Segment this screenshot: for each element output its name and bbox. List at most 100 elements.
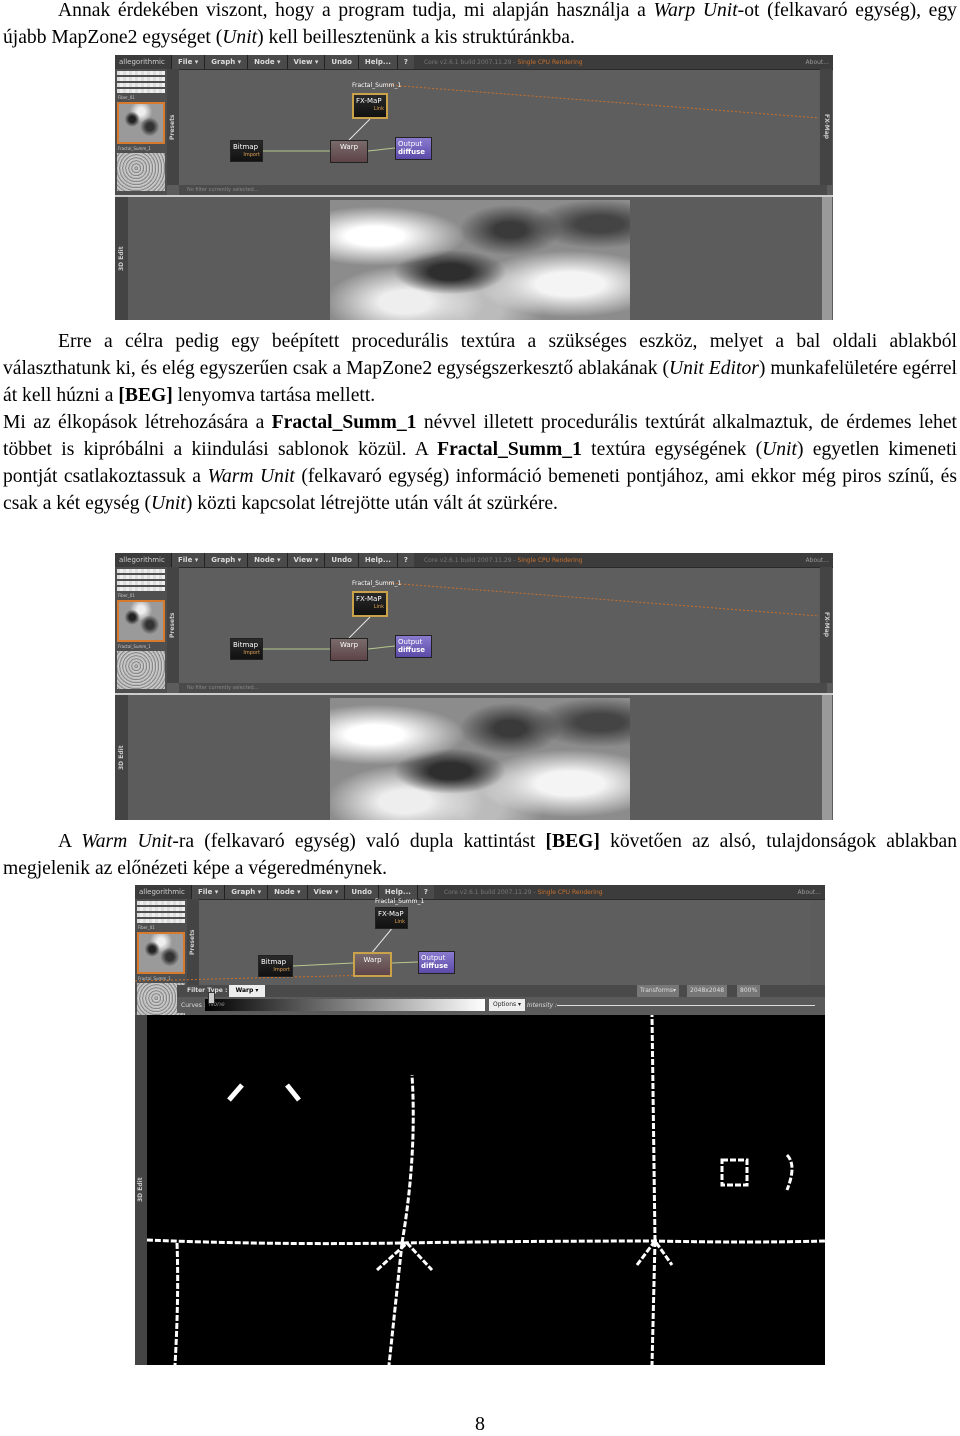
edge-vertical-right-lower [650,1240,657,1365]
node-label: FX-MaP [356,97,382,105]
node-sublabel: diffuse [421,962,448,970]
pending-connection [387,84,820,119]
edge-upper-left [400,1074,415,1244]
node-label: Output [398,638,423,646]
bold-term: [BEG] [545,831,600,852]
edge-vertical-left [387,1242,404,1365]
curves-bar: Curves : None Options ▾ Intensity : [177,992,825,1013]
node-connections [263,582,820,650]
paragraph-1: Annak érdekében viszont, hogy a program … [3,0,957,51]
node-sublabel: Link [373,106,384,112]
connection-warp-output [391,961,419,964]
node-label: Warp [363,956,382,964]
fxmap-node[interactable]: FX-MaP Link [352,591,388,617]
fxmap-node[interactable]: FX-MaP Link [375,907,408,929]
fractal-node-label: Fractal_Summ_1 [375,898,425,905]
fractal-node-label: Fractal_Summ_1 [352,580,402,587]
filter-bar: Filter Type : Warp ▾ Transforms▾ 2048x2048 8… [177,985,825,997]
resolution-value[interactable]: 2048x2048 [687,985,728,997]
node-label: FX-MaP [356,595,382,603]
text-run: ) kell beillesztenünk a kis struktúránkb… [257,27,575,48]
node-label: Output [398,140,423,148]
edge-vertical-right-upper [650,1015,657,1242]
node-label: Bitmap [233,641,259,649]
text-run: textúra egységének ( [581,439,763,460]
transforms-dropdown[interactable]: Transforms▾ [637,985,679,997]
italic-term: Unit Editor [669,358,759,379]
bold-term: Fractal_Summ_1 [437,439,582,460]
preview-scrollbar[interactable] [822,197,832,320]
warp-node[interactable]: Warp [330,638,368,661]
fxmap-node[interactable]: FX-MaP Link [352,93,388,119]
text-run: Annak érdekében viszont, hogy a program … [58,0,654,21]
edit3d-tab[interactable]: 3D Edit [135,1015,147,1365]
edge-horizontal [147,1238,825,1246]
node-label: Output [421,954,446,962]
warp-result-preview [147,1015,825,1365]
warp-node[interactable]: Warp [330,140,368,163]
crack-marks [227,1083,301,1102]
node-label: Bitmap [261,958,287,966]
edge-far-left [173,1242,180,1365]
node-sublabel: Import [243,152,260,158]
connection-bitmap-warp [292,962,354,967]
bold-term: [BEG] [118,385,173,406]
italic-term: Warp Unit [653,0,738,21]
paragraph-3: A Warm Unit-ra (felkavaró egység) való d… [3,828,957,882]
italic-term: Unit [150,493,186,514]
bitmap-import-node[interactable]: Bitmap Import [230,140,263,162]
pending-connection [135,974,374,982]
texture-preview [330,200,630,320]
preview-scrollbar[interactable] [822,695,832,820]
screenshot-2: allegorithmic File ▾ Graph ▾ Node ▾ View ▾ Un… [115,553,833,820]
curves-label: Curves : [181,1002,206,1009]
italic-term: Warm Unit [207,466,295,487]
warp-node[interactable]: Warp [353,952,392,977]
zoom-value[interactable]: 800% [737,985,761,997]
edge-curve-right [785,1153,794,1191]
bitmap-import-node[interactable]: Bitmap Import [258,955,293,977]
texture-preview [330,698,630,820]
status-bar: No filter currently selected... [179,683,827,693]
options-dropdown[interactable]: Options ▾ [489,999,526,1011]
node-connections [135,928,419,982]
text-run: Mi az élkopások létrehozására a [3,412,272,433]
text-run: lenyomva tartása mellett. [172,385,376,406]
paragraph-2: Erre a célra pedig egy beépített procedu… [3,328,957,517]
divider [115,693,833,695]
bitmap-import-node[interactable]: Bitmap Import [230,638,263,660]
edge-square [720,1158,749,1187]
node-connections [263,84,820,152]
connection-fxmap-warp [348,118,371,141]
connection-warp-output [367,147,396,152]
output-diffuse-node[interactable]: Output diffuse [395,137,432,160]
node-sublabel: diffuse [398,646,425,654]
node-label: Warp [339,641,359,649]
node-label: Warp [339,143,359,151]
node-sublabel: Import [243,650,260,656]
intensity-label: Intensity : [527,1002,558,1009]
output-diffuse-node[interactable]: Output diffuse [395,635,432,658]
italic-term: Unit [222,27,258,48]
edit3d-tab[interactable]: 3D Edit [115,197,128,320]
node-sublabel: Import [273,967,290,973]
node-sublabel: Link [373,604,384,610]
curves-field[interactable]: None [205,999,485,1011]
output-diffuse-node[interactable]: Output diffuse [418,951,455,974]
node-label: FX-MaP [378,910,404,918]
fractal-node-label: Fractal_Summ_1 [352,82,402,89]
connection-warp-output [367,645,396,650]
filter-type-dropdown[interactable]: Warp ▾ [229,985,265,997]
connection-fxmap-warp [372,928,392,953]
connection-fxmap-warp [348,616,371,639]
edit3d-tab[interactable]: 3D Edit [115,695,128,820]
status-bar: No filter currently selected... [179,185,827,195]
node-sublabel: diffuse [398,148,425,156]
text-run: ) közti kapcsolat létrejötte után vált á… [185,493,558,514]
page-number: 8 [475,1413,485,1435]
intensity-slider-track[interactable] [557,1005,815,1006]
node-sublabel: Link [394,919,405,925]
screenshot-1: allegorithmic File ▾ Graph ▾ Node ▾ View ▾ Un… [115,55,833,320]
text-run: A [58,831,82,852]
intensity-slider-handle[interactable] [207,992,215,1004]
